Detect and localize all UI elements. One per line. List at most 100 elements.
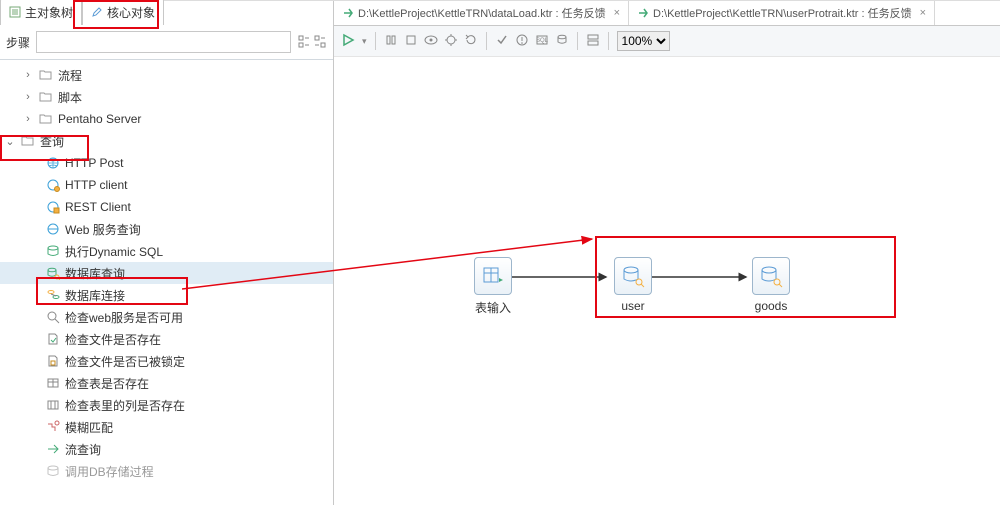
tree-item-check-file-exist[interactable]: 检查文件是否存在 bbox=[0, 328, 333, 350]
table-icon bbox=[46, 376, 60, 390]
tree-folder-pentaho-server[interactable]: › Pentaho Server bbox=[0, 108, 333, 130]
impact-button[interactable] bbox=[515, 33, 529, 50]
tree-label: 执行Dynamic SQL bbox=[65, 243, 163, 260]
editor-tab-2[interactable]: D:\KettleProject\KettleTRN\userProtrait.… bbox=[629, 1, 935, 25]
tree-label: 流查询 bbox=[65, 441, 101, 458]
tree-label: 检查表是否存在 bbox=[65, 375, 149, 392]
expand-all-icon[interactable] bbox=[297, 35, 311, 49]
tree-folder-query[interactable]: ⌄ 查询 bbox=[0, 130, 333, 152]
node-label: user bbox=[621, 299, 644, 313]
file-check-icon bbox=[46, 332, 60, 346]
editor-tab-label: D:\KettleProject\KettleTRN\dataLoad.ktr … bbox=[358, 5, 606, 21]
tree-label: HTTP Post bbox=[65, 156, 123, 170]
table-input-icon bbox=[481, 264, 505, 288]
sql-button[interactable]: SQL bbox=[535, 33, 549, 50]
tab-label: 核心对象 bbox=[107, 4, 155, 21]
tree-item-rest-client[interactable]: REST Client bbox=[0, 196, 333, 218]
tree-item-check-web[interactable]: 检查web服务是否可用 bbox=[0, 306, 333, 328]
fuzzy-icon bbox=[46, 420, 60, 434]
pause-button[interactable] bbox=[384, 33, 398, 50]
tree-item-check-file-locked[interactable]: 检查文件是否已被锁定 bbox=[0, 350, 333, 372]
collapse-all-icon[interactable] bbox=[313, 35, 327, 49]
folder-icon bbox=[39, 91, 53, 103]
node-table-input[interactable]: 表输入 bbox=[470, 257, 516, 316]
zoom-select[interactable]: 100% bbox=[617, 31, 670, 51]
tree-item-stream-lookup[interactable]: 流查询 bbox=[0, 438, 333, 460]
filter-label: 步骤 bbox=[6, 34, 30, 51]
tree-item-check-table[interactable]: 检查表是否存在 bbox=[0, 372, 333, 394]
tree-folder-script[interactable]: › 脚本 bbox=[0, 86, 333, 108]
folder-icon bbox=[21, 135, 35, 147]
tree-item-http-client[interactable]: HTTP client bbox=[0, 174, 333, 196]
chevron-right-icon: › bbox=[22, 91, 34, 103]
chevron-down-icon: ⌄ bbox=[4, 135, 16, 148]
column-icon bbox=[46, 398, 60, 412]
tree-label: Web 服务查询 bbox=[65, 221, 141, 238]
node-label: 表输入 bbox=[475, 299, 511, 316]
globe-icon bbox=[46, 178, 60, 192]
tree-label: 检查web服务是否可用 bbox=[65, 309, 183, 326]
tree-folder-flow[interactable]: › 流程 bbox=[0, 64, 333, 86]
tree-label: 脚本 bbox=[58, 89, 82, 106]
file-lock-icon bbox=[46, 354, 60, 368]
tree-item-call-db-proc[interactable]: 调用DB存储过程 bbox=[0, 460, 333, 482]
node-goods[interactable]: goods bbox=[748, 257, 794, 313]
tree-icon bbox=[9, 6, 21, 18]
folder-icon bbox=[39, 113, 53, 125]
stop-button[interactable] bbox=[404, 33, 418, 50]
editor-tab-label: D:\KettleProject\KettleTRN\userProtrait.… bbox=[653, 5, 912, 21]
filter-input[interactable] bbox=[36, 31, 291, 53]
preview-button[interactable] bbox=[424, 33, 438, 50]
globe-icon bbox=[46, 222, 60, 236]
tree-label: 查询 bbox=[40, 133, 64, 150]
database-search-icon bbox=[759, 264, 783, 288]
tree-item-db-lookup[interactable]: 数据库查询 bbox=[0, 262, 333, 284]
tree-item-check-column[interactable]: 检查表里的列是否存在 bbox=[0, 394, 333, 416]
database-search-icon bbox=[621, 264, 645, 288]
tree-label: 数据库连接 bbox=[65, 287, 125, 304]
node-user[interactable]: user bbox=[610, 257, 656, 313]
tree-label: HTTP client bbox=[65, 178, 127, 192]
transform-icon bbox=[342, 7, 354, 19]
node-label: goods bbox=[755, 299, 788, 313]
run-options-button[interactable]: ▾ bbox=[362, 36, 367, 47]
verify-button[interactable] bbox=[495, 33, 509, 50]
tree-label: 检查表里的列是否存在 bbox=[65, 397, 185, 414]
database-link-icon bbox=[46, 288, 60, 302]
tree-label: 模糊匹配 bbox=[65, 419, 113, 436]
tree-label: 调用DB存储过程 bbox=[65, 463, 154, 480]
svg-text:SQL: SQL bbox=[536, 38, 549, 44]
tree-item-db-join[interactable]: 数据库连接 bbox=[0, 284, 333, 306]
chevron-right-icon: › bbox=[22, 113, 34, 125]
run-button[interactable] bbox=[340, 32, 356, 51]
magnifier-icon bbox=[46, 310, 60, 324]
tab-label: 主对象树 bbox=[25, 4, 73, 21]
tree-label: 数据库查询 bbox=[65, 265, 125, 282]
hop-arrow bbox=[512, 271, 612, 283]
tree-item-dynamic-sql[interactable]: 执行Dynamic SQL bbox=[0, 240, 333, 262]
tab-main-object-tree[interactable]: 主对象树 bbox=[0, 0, 82, 25]
tree-item-http-post[interactable]: HTTP Post bbox=[0, 152, 333, 174]
globe-icon bbox=[46, 200, 60, 214]
database-icon bbox=[46, 244, 60, 258]
tree-item-fuzzy-match[interactable]: 模糊匹配 bbox=[0, 416, 333, 438]
folder-icon bbox=[39, 69, 53, 81]
hop-arrow bbox=[652, 271, 752, 283]
tree-label: 检查文件是否存在 bbox=[65, 331, 161, 348]
show-results-button[interactable] bbox=[586, 33, 600, 50]
close-icon[interactable]: × bbox=[614, 7, 620, 19]
tree-label: 检查文件是否已被锁定 bbox=[65, 353, 185, 370]
editor-tab-1[interactable]: D:\KettleProject\KettleTRN\dataLoad.ktr … bbox=[334, 1, 629, 25]
explore-db-button[interactable] bbox=[555, 33, 569, 50]
tab-core-object[interactable]: 核心对象 bbox=[82, 0, 164, 25]
close-icon[interactable]: × bbox=[920, 7, 926, 19]
database-search-icon bbox=[46, 266, 60, 280]
pencil-icon bbox=[91, 6, 103, 18]
debug-button[interactable] bbox=[444, 33, 458, 50]
diagram-canvas[interactable]: 表输入 user goods bbox=[334, 57, 1000, 505]
tree-label: Pentaho Server bbox=[58, 112, 141, 126]
replay-button[interactable] bbox=[464, 33, 478, 50]
chevron-right-icon: › bbox=[22, 69, 34, 81]
tree-item-web-service[interactable]: Web 服务查询 bbox=[0, 218, 333, 240]
tree-label: 流程 bbox=[58, 67, 82, 84]
